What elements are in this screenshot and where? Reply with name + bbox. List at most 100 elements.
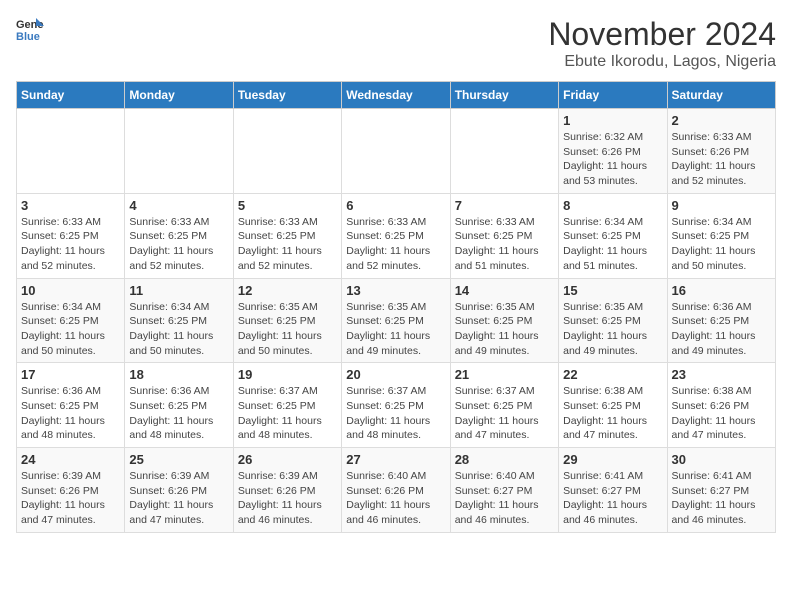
- logo: General Blue: [16, 16, 44, 44]
- day-number: 29: [563, 452, 662, 467]
- calendar-week-row: 3Sunrise: 6:33 AMSunset: 6:25 PMDaylight…: [17, 193, 776, 278]
- day-info: Sunrise: 6:34 AMSunset: 6:25 PMDaylight:…: [21, 300, 120, 359]
- page-title: November 2024: [548, 16, 776, 53]
- day-number: 21: [455, 367, 554, 382]
- calendar-cell: [233, 109, 341, 194]
- day-info: Sunrise: 6:37 AMSunset: 6:25 PMDaylight:…: [455, 384, 554, 443]
- day-number: 12: [238, 283, 337, 298]
- day-number: 16: [672, 283, 771, 298]
- day-info: Sunrise: 6:34 AMSunset: 6:25 PMDaylight:…: [129, 300, 228, 359]
- day-number: 6: [346, 198, 445, 213]
- weekday-header: Saturday: [667, 82, 775, 109]
- day-number: 5: [238, 198, 337, 213]
- day-info: Sunrise: 6:39 AMSunset: 6:26 PMDaylight:…: [238, 469, 337, 528]
- day-number: 24: [21, 452, 120, 467]
- day-info: Sunrise: 6:39 AMSunset: 6:26 PMDaylight:…: [129, 469, 228, 528]
- calendar-cell: 29 Sunrise: 6:41 AMSunset: 6:27 PMDayligh…: [559, 448, 667, 533]
- calendar-cell: 9Sunrise: 6:34 AMSunset: 6:25 PMDaylight…: [667, 193, 775, 278]
- weekday-header: Friday: [559, 82, 667, 109]
- calendar-cell: 10 Sunrise: 6:34 AMSunset: 6:25 PMDayligh…: [17, 278, 125, 363]
- calendar-week-row: 17 Sunrise: 6:36 AMSunset: 6:25 PMDayligh…: [17, 363, 776, 448]
- calendar-cell: 24 Sunrise: 6:39 AMSunset: 6:26 PMDayligh…: [17, 448, 125, 533]
- day-number: 13: [346, 283, 445, 298]
- day-info: Sunrise: 6:39 AMSunset: 6:26 PMDaylight:…: [21, 469, 120, 528]
- calendar-cell: 28Sunrise: 6:40 AMSunset: 6:27 PMDayligh…: [450, 448, 558, 533]
- logo-icon: General Blue: [16, 16, 44, 44]
- day-info: Sunrise: 6:33 AMSunset: 6:25 PMDaylight:…: [238, 215, 337, 274]
- day-number: 15: [563, 283, 662, 298]
- calendar-cell: 7 Sunrise: 6:33 AMSunset: 6:25 PMDaylight…: [450, 193, 558, 278]
- calendar-cell: 20Sunrise: 6:37 AMSunset: 6:25 PMDayligh…: [342, 363, 450, 448]
- page-subtitle: Ebute Ikorodu, Lagos, Nigeria: [548, 53, 776, 71]
- day-number: 4: [129, 198, 228, 213]
- day-number: 25: [129, 452, 228, 467]
- calendar-cell: [125, 109, 233, 194]
- day-info: Sunrise: 6:40 AMSunset: 6:26 PMDaylight:…: [346, 469, 445, 528]
- weekday-header: Thursday: [450, 82, 558, 109]
- calendar-cell: 14 Sunrise: 6:35 AMSunset: 6:25 PMDayligh…: [450, 278, 558, 363]
- day-info: Sunrise: 6:35 AMSunset: 6:25 PMDaylight:…: [346, 300, 445, 359]
- calendar-week-row: 24 Sunrise: 6:39 AMSunset: 6:26 PMDayligh…: [17, 448, 776, 533]
- calendar-cell: [17, 109, 125, 194]
- day-number: 30: [672, 452, 771, 467]
- day-info: Sunrise: 6:34 AMSunset: 6:25 PMDaylight:…: [672, 215, 771, 274]
- day-number: 7: [455, 198, 554, 213]
- day-info: Sunrise: 6:33 AMSunset: 6:25 PMDaylight:…: [129, 215, 228, 274]
- day-number: 2: [672, 113, 771, 128]
- calendar-cell: 8Sunrise: 6:34 AMSunset: 6:25 PMDaylight…: [559, 193, 667, 278]
- weekday-header: Sunday: [17, 82, 125, 109]
- calendar-cell: 19Sunrise: 6:37 AMSunset: 6:25 PMDayligh…: [233, 363, 341, 448]
- weekday-header: Wednesday: [342, 82, 450, 109]
- calendar-cell: 22 Sunrise: 6:38 AMSunset: 6:25 PMDayligh…: [559, 363, 667, 448]
- day-info: Sunrise: 6:35 AMSunset: 6:25 PMDaylight:…: [455, 300, 554, 359]
- calendar-table: SundayMondayTuesdayWednesdayThursdayFrid…: [16, 81, 776, 533]
- day-info: Sunrise: 6:34 AMSunset: 6:25 PMDaylight:…: [563, 215, 662, 274]
- calendar-cell: 23Sunrise: 6:38 AMSunset: 6:26 PMDayligh…: [667, 363, 775, 448]
- day-info: Sunrise: 6:37 AMSunset: 6:25 PMDaylight:…: [238, 384, 337, 443]
- day-number: 23: [672, 367, 771, 382]
- calendar-cell: 15 Sunrise: 6:35 AMSunset: 6:25 PMDayligh…: [559, 278, 667, 363]
- calendar-cell: 18 Sunrise: 6:36 AMSunset: 6:25 PMDayligh…: [125, 363, 233, 448]
- calendar-cell: 17 Sunrise: 6:36 AMSunset: 6:25 PMDayligh…: [17, 363, 125, 448]
- day-number: 11: [129, 283, 228, 298]
- weekday-header-row: SundayMondayTuesdayWednesdayThursdayFrid…: [17, 82, 776, 109]
- day-number: 27: [346, 452, 445, 467]
- calendar-cell: [450, 109, 558, 194]
- day-info: Sunrise: 6:33 AMSunset: 6:25 PMDaylight:…: [21, 215, 120, 274]
- calendar-cell: 6Sunrise: 6:33 AMSunset: 6:25 PMDaylight…: [342, 193, 450, 278]
- calendar-cell: 21 Sunrise: 6:37 AMSunset: 6:25 PMDayligh…: [450, 363, 558, 448]
- calendar-week-row: 10 Sunrise: 6:34 AMSunset: 6:25 PMDayligh…: [17, 278, 776, 363]
- day-number: 22: [563, 367, 662, 382]
- calendar-cell: 4 Sunrise: 6:33 AMSunset: 6:25 PMDaylight…: [125, 193, 233, 278]
- day-number: 18: [129, 367, 228, 382]
- calendar-cell: 11 Sunrise: 6:34 AMSunset: 6:25 PMDayligh…: [125, 278, 233, 363]
- day-info: Sunrise: 6:41 AMSunset: 6:27 PMDaylight:…: [563, 469, 662, 528]
- day-info: Sunrise: 6:35 AMSunset: 6:25 PMDaylight:…: [563, 300, 662, 359]
- day-info: Sunrise: 6:38 AMSunset: 6:25 PMDaylight:…: [563, 384, 662, 443]
- calendar-cell: 5 Sunrise: 6:33 AMSunset: 6:25 PMDaylight…: [233, 193, 341, 278]
- header: General Blue November 2024 Ebute Ikorodu…: [16, 16, 776, 71]
- day-info: Sunrise: 6:36 AMSunset: 6:25 PMDaylight:…: [672, 300, 771, 359]
- day-info: Sunrise: 6:41 AMSunset: 6:27 PMDaylight:…: [672, 469, 771, 528]
- calendar-cell: 1Sunrise: 6:32 AMSunset: 6:26 PMDaylight…: [559, 109, 667, 194]
- calendar-cell: 2Sunrise: 6:33 AMSunset: 6:26 PMDaylight…: [667, 109, 775, 194]
- calendar-cell: 27 Sunrise: 6:40 AMSunset: 6:26 PMDayligh…: [342, 448, 450, 533]
- day-number: 1: [563, 113, 662, 128]
- calendar-cell: 3Sunrise: 6:33 AMSunset: 6:25 PMDaylight…: [17, 193, 125, 278]
- calendar-cell: 25 Sunrise: 6:39 AMSunset: 6:26 PMDayligh…: [125, 448, 233, 533]
- calendar-cell: 30 Sunrise: 6:41 AMSunset: 6:27 PMDayligh…: [667, 448, 775, 533]
- calendar-cell: 26Sunrise: 6:39 AMSunset: 6:26 PMDayligh…: [233, 448, 341, 533]
- day-info: Sunrise: 6:36 AMSunset: 6:25 PMDaylight:…: [21, 384, 120, 443]
- day-info: Sunrise: 6:33 AMSunset: 6:25 PMDaylight:…: [455, 215, 554, 274]
- day-info: Sunrise: 6:35 AMSunset: 6:25 PMDaylight:…: [238, 300, 337, 359]
- day-info: Sunrise: 6:40 AMSunset: 6:27 PMDaylight:…: [455, 469, 554, 528]
- day-number: 17: [21, 367, 120, 382]
- calendar-cell: [342, 109, 450, 194]
- day-number: 10: [21, 283, 120, 298]
- day-number: 14: [455, 283, 554, 298]
- day-info: Sunrise: 6:36 AMSunset: 6:25 PMDaylight:…: [129, 384, 228, 443]
- calendar-week-row: 1Sunrise: 6:32 AMSunset: 6:26 PMDaylight…: [17, 109, 776, 194]
- day-number: 20: [346, 367, 445, 382]
- weekday-header: Monday: [125, 82, 233, 109]
- svg-text:Blue: Blue: [16, 31, 40, 43]
